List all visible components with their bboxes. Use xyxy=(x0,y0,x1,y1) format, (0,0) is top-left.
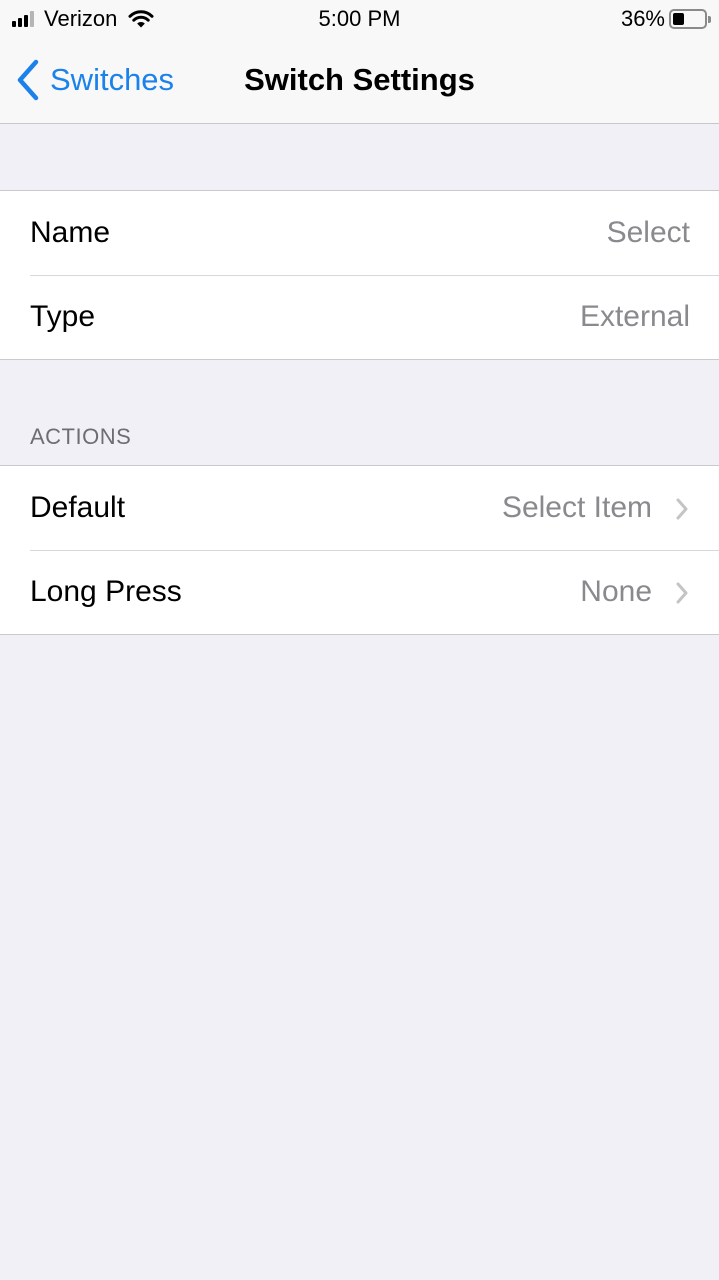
long-press-action-value: None xyxy=(580,575,652,608)
settings-group-actions: Default Select Item Long Press None xyxy=(0,465,719,635)
default-action-row[interactable]: Default Select Item xyxy=(0,466,719,550)
type-row-value: External xyxy=(579,300,690,333)
status-bar: Verizon 5:00 PM 36% xyxy=(0,0,719,40)
settings-group-general: Name Select Type External xyxy=(0,190,719,360)
chevron-right-icon xyxy=(676,498,688,520)
default-action-label: Default xyxy=(30,491,126,524)
type-row[interactable]: Type External xyxy=(0,275,719,359)
long-press-action-row[interactable]: Long Press None xyxy=(0,550,719,634)
name-row-value: Select xyxy=(606,216,690,249)
battery-level-fill xyxy=(673,13,684,25)
long-press-action-label: Long Press xyxy=(30,575,182,608)
battery-percent: 36% xyxy=(620,6,665,31)
page-title: Switch Settings xyxy=(244,62,475,97)
status-time: 5:00 PM xyxy=(318,6,401,31)
actions-section-header: ACTIONS xyxy=(30,424,132,449)
navigation-bar: Switches Switch Settings xyxy=(0,40,719,124)
name-row[interactable]: Name Select xyxy=(0,191,719,275)
status-right: 36% xyxy=(620,5,711,33)
battery-icon xyxy=(669,9,711,29)
chevron-right-icon xyxy=(676,582,688,604)
type-row-label: Type xyxy=(30,300,96,333)
name-row-label: Name xyxy=(30,216,111,249)
default-action-value: Select Item xyxy=(501,491,652,524)
